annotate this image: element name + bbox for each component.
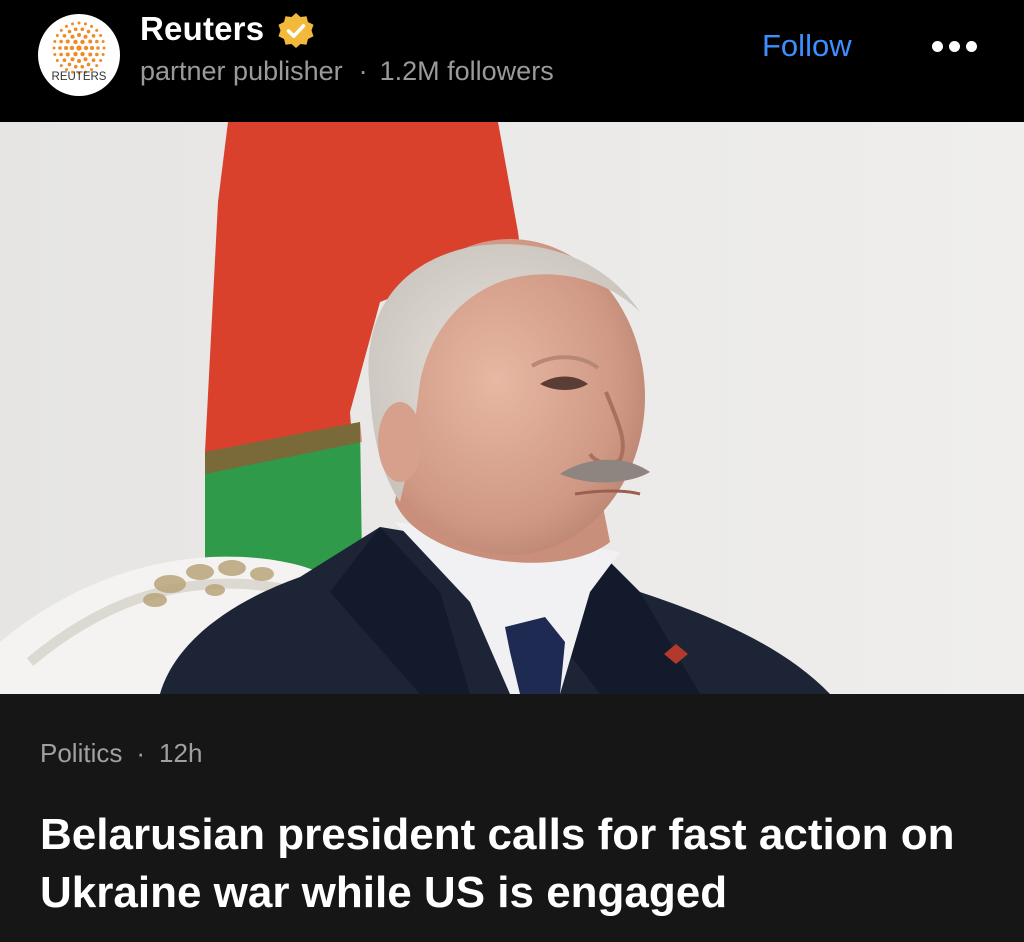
publisher-type: partner publisher: [140, 56, 343, 86]
article-age: 12h: [159, 738, 203, 768]
reuters-logo[interactable]: REUTERS: [38, 14, 120, 96]
follow-button[interactable]: Follow: [762, 28, 852, 64]
more-options-icon[interactable]: [926, 30, 982, 64]
follower-count: 1.2M followers: [379, 56, 554, 86]
reuters-logo-icon: REUTERS: [52, 21, 107, 83]
hero-image[interactable]: [0, 122, 1024, 694]
publisher-name[interactable]: Reuters: [140, 10, 264, 48]
verified-badge-icon: [278, 13, 314, 48]
publisher-meta: partner publisher · 1.2M followers: [140, 56, 554, 87]
publisher-header: REUTERS Reuters partner publisher · 1.2M f…: [0, 0, 1024, 122]
article-photo: [0, 122, 1024, 694]
article-card[interactable]: Politics · 12h Belarusian president calls …: [0, 694, 1024, 942]
article-meta-separator: ·: [136, 738, 146, 768]
article-category[interactable]: Politics: [40, 738, 122, 768]
article-headline[interactable]: Belarusian president calls for fast acti…: [40, 806, 1000, 922]
logo-wordmark: REUTERS: [52, 71, 107, 83]
article-meta: Politics · 12h: [40, 738, 202, 769]
meta-separator: ·: [358, 56, 368, 86]
